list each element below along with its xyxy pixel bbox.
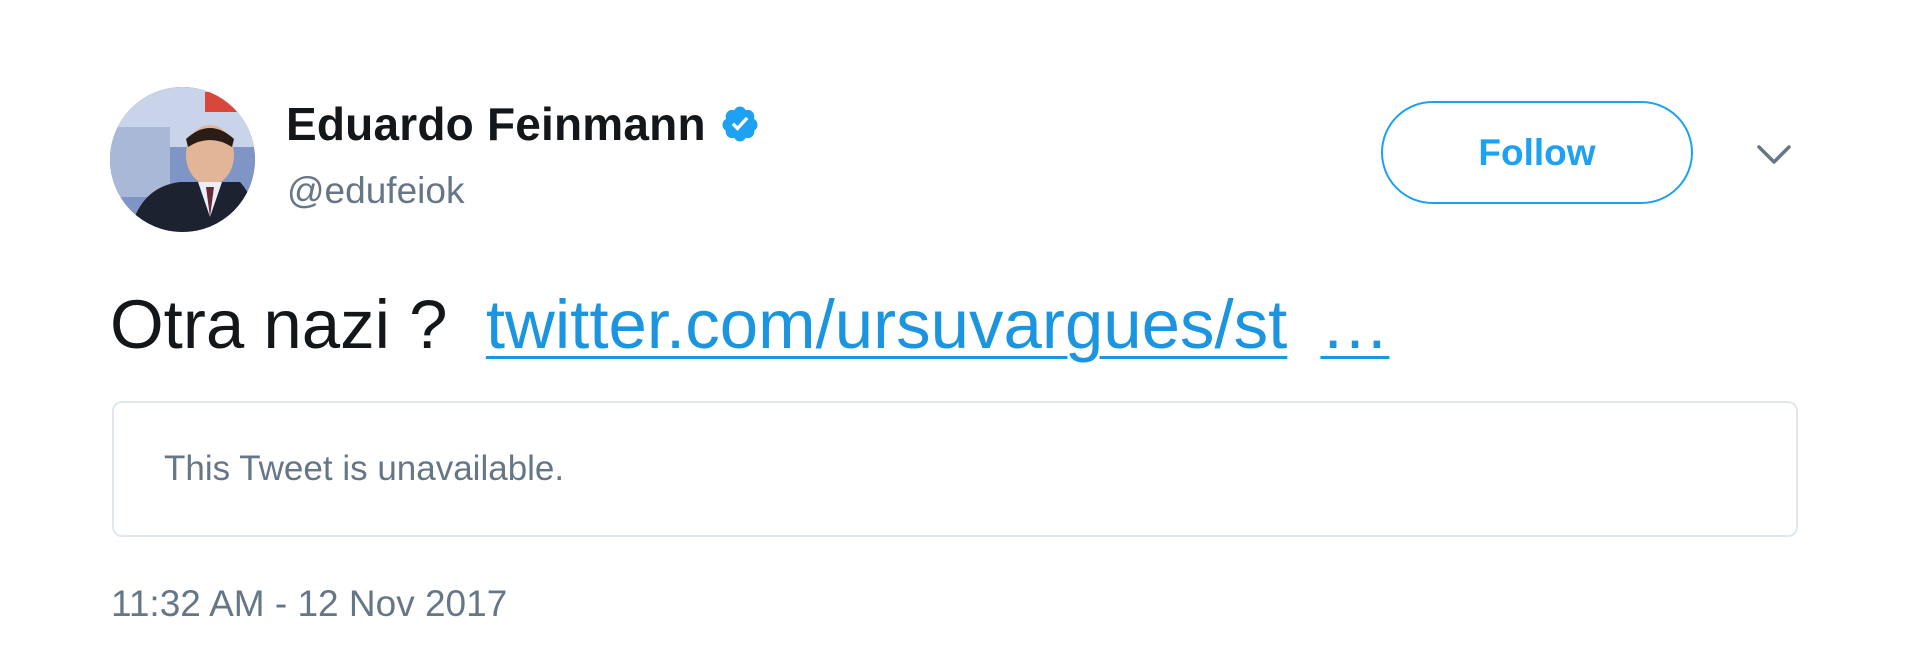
quoted-tweet-unavailable-text: This Tweet is unavailable.	[164, 449, 565, 488]
avatar-image	[110, 87, 255, 232]
quoted-tweet-card[interactable]: This Tweet is unavailable.	[112, 401, 1798, 537]
tweet-text: Otra nazi ? twitter.com/ursuvargues/st …	[110, 283, 1389, 367]
avatar[interactable]	[110, 87, 255, 232]
tweet-card: Eduardo Feinmann @edufeiok Follow Otra n…	[0, 0, 1920, 672]
tweet-link[interactable]: twitter.com/ursuvargues/st	[486, 286, 1287, 363]
tweet-timestamp[interactable]: 11:32 AM - 12 Nov 2017	[111, 583, 507, 625]
author-handle[interactable]: @edufeiok	[287, 170, 464, 212]
author-name-row[interactable]: Eduardo Feinmann	[286, 94, 760, 154]
chevron-down-icon[interactable]	[1756, 143, 1792, 167]
follow-button[interactable]: Follow	[1381, 101, 1693, 204]
verified-badge-icon	[720, 104, 760, 144]
author-display-name[interactable]: Eduardo Feinmann	[286, 97, 706, 151]
tweet-text-prefix: Otra nazi ?	[110, 286, 448, 363]
tweet-link-ellipsis[interactable]: …	[1320, 286, 1389, 363]
